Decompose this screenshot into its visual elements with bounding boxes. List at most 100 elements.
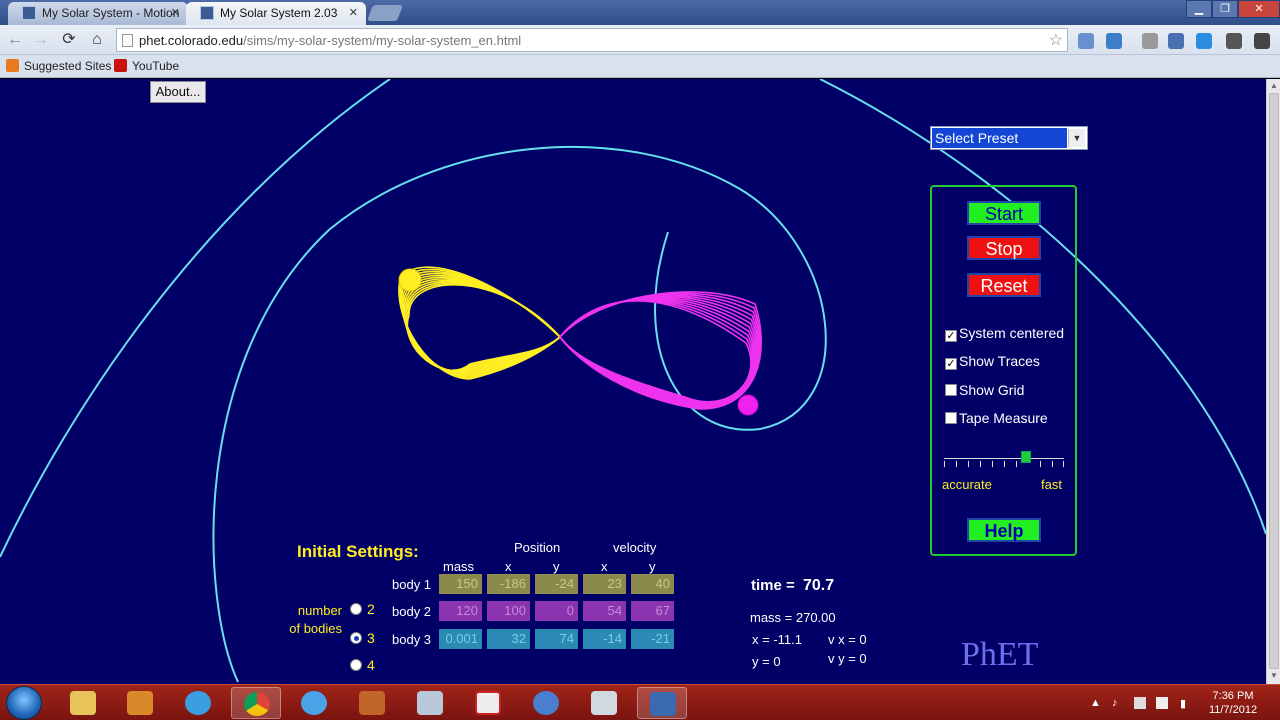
suggested-sites-icon (6, 59, 19, 72)
radio-dot[interactable] (350, 659, 362, 671)
maximize-button[interactable]: ❐ (1212, 0, 1238, 18)
body-1-vx-field[interactable]: 23 (583, 574, 626, 594)
new-tab-button[interactable] (367, 5, 403, 21)
checkbox-unchecked[interactable] (945, 412, 957, 424)
tab-close-icon[interactable]: ✕ (349, 6, 358, 19)
tab-motion[interactable]: My Solar System - Motion ✕ (8, 2, 188, 25)
tray-app-icon[interactable] (1156, 697, 1168, 709)
back-icon[interactable]: ← (4, 29, 26, 51)
extension-icon[interactable] (1106, 33, 1122, 49)
vertical-scrollbar[interactable]: ▲ ▼ (1266, 79, 1280, 684)
body-1-mass-field[interactable]: 150 (439, 574, 482, 594)
body-3-vy-field[interactable]: -21 (631, 629, 674, 649)
minimize-button[interactable]: ▁ (1186, 0, 1212, 18)
app-task[interactable] (347, 687, 397, 719)
radio-2-bodies[interactable]: 2 (350, 601, 375, 617)
explorer-task[interactable] (58, 687, 108, 719)
address-bar[interactable]: phet.colorado.edu/sims/my-solar-system/m… (116, 28, 1068, 52)
radio-3-bodies[interactable]: 3 (350, 630, 375, 646)
radio-dot-selected[interactable] (350, 632, 362, 644)
tray-expand-icon[interactable]: ▲ (1090, 697, 1102, 709)
help-button[interactable]: Help (967, 518, 1041, 542)
clock[interactable]: 7:36 PM 11/7/2012 (1206, 689, 1260, 717)
forward-icon[interactable]: → (30, 29, 52, 51)
chevron-down-icon[interactable]: ▼ (1068, 129, 1085, 147)
home-icon[interactable]: ⌂ (86, 29, 108, 51)
chat-icon[interactable] (1226, 33, 1242, 49)
scroll-up-icon[interactable]: ▲ (1270, 81, 1278, 90)
checkbox-tape-measure[interactable]: Tape Measure (945, 410, 1048, 426)
about-button[interactable]: About... (150, 81, 206, 103)
media-player-icon (127, 691, 153, 715)
checkbox-show-traces[interactable]: ✓ Show Traces (945, 353, 1040, 370)
clock-time: 7:36 PM (1212, 690, 1254, 702)
stop-button[interactable]: Stop (967, 236, 1041, 260)
ie-task[interactable] (173, 687, 223, 719)
body-3-y-field[interactable]: 74 (535, 629, 578, 649)
body-1-vy-field[interactable]: 40 (631, 574, 674, 594)
itunes-task[interactable] (289, 687, 339, 719)
network-icon[interactable]: ▮ (1180, 697, 1192, 710)
mass-column-header: mass (443, 559, 475, 574)
body-2-y-field[interactable]: 0 (535, 601, 578, 621)
app-task[interactable] (463, 687, 513, 719)
checkbox-checked[interactable]: ✓ (945, 358, 957, 370)
body-2-vx-field[interactable]: 54 (583, 601, 626, 621)
checkbox-checked[interactable]: ✓ (945, 330, 957, 342)
body-2-label: body 2 (392, 604, 432, 619)
chrome-task[interactable] (231, 687, 281, 719)
start-button[interactable]: Start (967, 201, 1041, 225)
phet-logo[interactable]: PhET (961, 636, 1038, 674)
radio-label: 4 (367, 657, 375, 673)
tray-app-icon[interactable] (1134, 697, 1146, 709)
app-task[interactable] (637, 687, 687, 719)
radio-4-bodies[interactable]: 4 (350, 657, 375, 673)
preset-select[interactable]: Select Preset ▼ (930, 126, 1088, 150)
body-2-vy-field[interactable]: 67 (631, 601, 674, 621)
settings-menu-icon[interactable] (1254, 33, 1270, 49)
body1-trace (398, 266, 561, 380)
scroll-down-icon[interactable]: ▼ (1270, 671, 1278, 680)
checkbox-unchecked[interactable] (945, 384, 957, 396)
checkbox-system-centered[interactable]: ✓ System centered (945, 325, 1064, 342)
media-player-task[interactable] (115, 687, 165, 719)
body-2-mass-field[interactable]: 120 (439, 601, 482, 621)
body-3-label: body 3 (392, 632, 432, 647)
scroll-thumb[interactable] (1269, 93, 1279, 669)
body-3-mass-field[interactable]: 0.001 (439, 629, 482, 649)
speed-slider[interactable] (944, 449, 1064, 467)
slider-thumb[interactable] (1021, 451, 1031, 463)
radio-dot[interactable] (350, 603, 362, 615)
body2 (737, 394, 759, 416)
body-2-x-field[interactable]: 100 (487, 601, 530, 621)
tab-my-solar-system[interactable]: My Solar System 2.03 ✕ (186, 2, 366, 25)
bookmark-label: YouTube (132, 59, 180, 73)
clock-date: 11/7/2012 (1208, 704, 1258, 716)
checkbox-show-grid[interactable]: Show Grid (945, 382, 1024, 398)
app-task[interactable] (579, 687, 629, 719)
tab-close-icon[interactable]: ✕ (171, 6, 180, 19)
bookmark-star-icon[interactable]: ☆ (1049, 30, 1063, 50)
bookmark-suggested-sites[interactable]: Suggested Sites (6, 59, 111, 73)
y-readout: y = 0 (752, 654, 781, 669)
extension-icon[interactable] (1142, 33, 1158, 49)
windows-start-icon[interactable] (6, 686, 42, 720)
reset-button[interactable]: Reset (967, 273, 1041, 297)
bookmark-youtube[interactable]: YouTube (114, 59, 179, 73)
body-1-x-field[interactable]: -186 (487, 574, 530, 594)
body-3-x-field[interactable]: 32 (487, 629, 530, 649)
body1-trace-loop (405, 282, 561, 372)
reload-icon[interactable]: ⟳ (58, 29, 80, 51)
bookmark-label: Suggested Sites (24, 59, 112, 73)
simulation-canvas[interactable]: About... Select Preset ▼ Start Stop Rese… (0, 79, 1266, 684)
download-icon[interactable] (1196, 33, 1212, 49)
paint-task[interactable] (521, 687, 571, 719)
checkbox-label: System centered (959, 325, 1065, 341)
extension-icon[interactable] (1078, 33, 1094, 49)
close-window-button[interactable]: ✕ (1238, 0, 1280, 18)
body-1-y-field[interactable]: -24 (535, 574, 578, 594)
extension-icon[interactable] (1168, 33, 1184, 49)
body-3-vx-field[interactable]: -14 (583, 629, 626, 649)
calculator-task[interactable] (405, 687, 455, 719)
volume-icon[interactable]: ♪ (1112, 697, 1124, 709)
